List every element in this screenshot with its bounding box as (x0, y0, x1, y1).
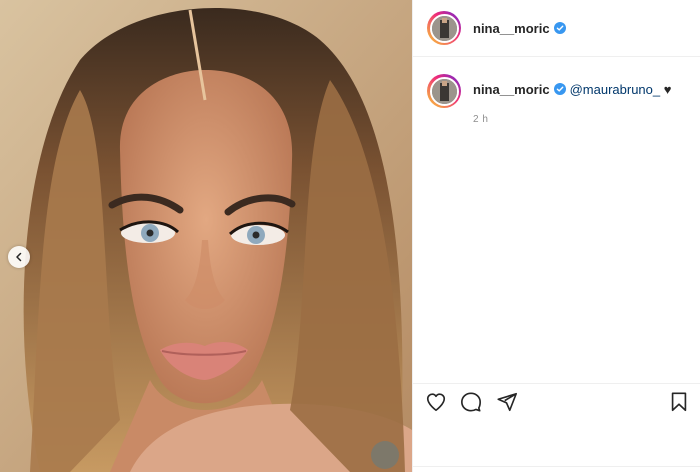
caption-suffix: ♥ (660, 82, 672, 97)
timestamp[interactable]: 2 h (473, 112, 671, 128)
paper-plane-icon[interactable] (496, 391, 518, 413)
avatar-image (429, 76, 459, 106)
chevron-left-icon (16, 252, 22, 262)
avatar-image (429, 13, 459, 43)
avatar[interactable] (427, 11, 461, 45)
verified-badge-icon (553, 83, 566, 95)
caption-body: nina__moric @maurabruno_ ♥ 2 h (473, 74, 671, 128)
heart-icon[interactable] (425, 391, 447, 413)
caption-mention-link[interactable]: @maurabruno_ (570, 82, 661, 97)
verified-badge-icon (553, 22, 566, 34)
post-header: nina__moric (413, 0, 700, 57)
bookmark-icon[interactable] (668, 391, 690, 413)
action-bar (412, 383, 700, 417)
caption-comment: nina__moric @maurabruno_ ♥ 2 h (427, 74, 688, 128)
bottom-divider (412, 466, 700, 472)
caption-avatar[interactable] (427, 74, 461, 108)
carousel-prev-button[interactable] (8, 246, 30, 268)
post-photo[interactable] (0, 0, 412, 472)
comment-icon[interactable] (460, 391, 482, 413)
caption-username[interactable]: nina__moric (473, 82, 550, 97)
header-username[interactable]: nina__moric (473, 21, 550, 36)
portrait-image (0, 0, 412, 472)
